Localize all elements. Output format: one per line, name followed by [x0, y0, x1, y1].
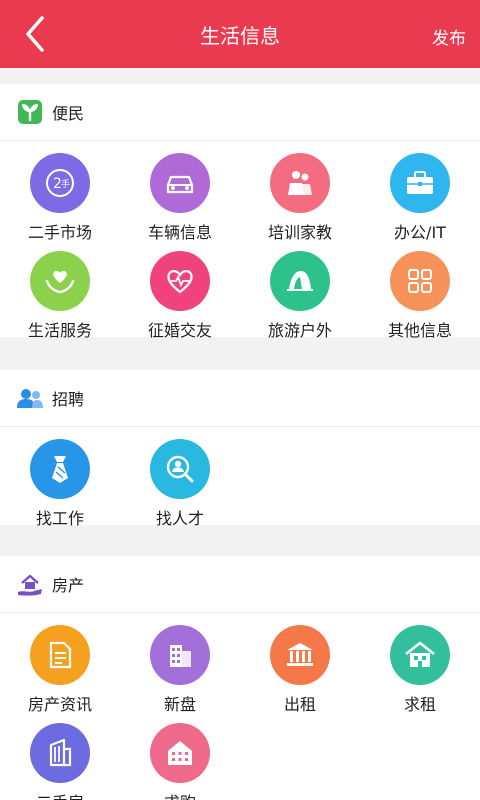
briefcase-icon: [390, 153, 450, 213]
category-new-homes[interactable]: 新盘: [120, 613, 240, 714]
car-icon: [150, 153, 210, 213]
section-title: 招聘: [52, 390, 85, 409]
heart-icon: [150, 251, 210, 311]
svg-text:手: 手: [61, 178, 70, 190]
category-label: 找工作: [35, 509, 84, 528]
section-convenience: 便民 2手 二手市场 车辆信息 培训家教 办公/IT 生活服务 征婚交友 旅游户…: [0, 84, 480, 340]
category-label: 找人才: [155, 509, 204, 528]
tutoring-icon: [270, 153, 330, 213]
section-header: 招聘: [0, 370, 480, 427]
category-label: 求购: [120, 789, 240, 800]
tie-icon: [30, 439, 90, 499]
category-find-talent[interactable]: 找人才: [120, 427, 240, 528]
category-label: 旅游户外: [267, 321, 332, 340]
document-icon: [30, 625, 90, 685]
category-label: 二手房: [0, 789, 120, 800]
category-tutoring[interactable]: 培训家教: [240, 141, 360, 242]
section-title: 房产: [52, 576, 85, 595]
category-real-estate-news[interactable]: 房产资讯: [0, 613, 120, 714]
house-icon: [390, 625, 450, 685]
top-bar: 生活信息 发布: [0, 0, 480, 68]
category-find-job[interactable]: 找工作: [0, 427, 120, 528]
category-wanted-buy[interactable]: 求购: [120, 711, 240, 800]
apartment-icon: [150, 723, 210, 783]
tent-icon: [270, 251, 330, 311]
category-dating[interactable]: 征婚交友: [120, 239, 240, 340]
grid-icon: [390, 251, 450, 311]
category-label: 出租: [283, 695, 316, 714]
category-for-rent[interactable]: 出租: [240, 613, 360, 714]
section-recruitment: 招聘 找工作 找人才: [0, 370, 480, 528]
category-life-services[interactable]: 生活服务: [0, 239, 120, 340]
category-second-hand-homes[interactable]: 二手房: [0, 711, 120, 800]
building-icon: [30, 723, 90, 783]
category-other-info[interactable]: 其他信息: [360, 239, 480, 340]
talent-search-icon: [150, 439, 210, 499]
publish-button[interactable]: 发布: [432, 24, 466, 49]
bank-icon: [270, 625, 330, 685]
page-title: 生活信息: [200, 24, 280, 48]
category-label: 生活服务: [27, 321, 92, 340]
category-label: 求租: [403, 695, 436, 714]
heart-hands-icon: [30, 251, 90, 311]
category-travel-outdoor[interactable]: 旅游户外: [240, 239, 360, 340]
category-vehicles[interactable]: 车辆信息: [120, 141, 240, 242]
category-wanted-rent[interactable]: 求租: [360, 613, 480, 714]
category-label: 征婚交友: [147, 321, 212, 340]
category-second-hand-market[interactable]: 2手 二手市场: [0, 141, 120, 242]
building-icon: [150, 625, 210, 685]
second-hand-icon: 2手: [30, 153, 90, 213]
sprout-icon: [18, 100, 42, 124]
section-header: 房产: [0, 556, 480, 613]
people-icon: [17, 389, 43, 408]
category-office-it[interactable]: 办公/IT: [360, 141, 480, 242]
house-hand-icon: [18, 574, 42, 596]
section-real-estate: 房产 房产资讯 新盘 出租 求租: [0, 556, 480, 800]
section-title: 便民: [52, 104, 85, 123]
section-header: 便民: [0, 84, 480, 141]
category-label: 其他信息: [387, 321, 452, 340]
